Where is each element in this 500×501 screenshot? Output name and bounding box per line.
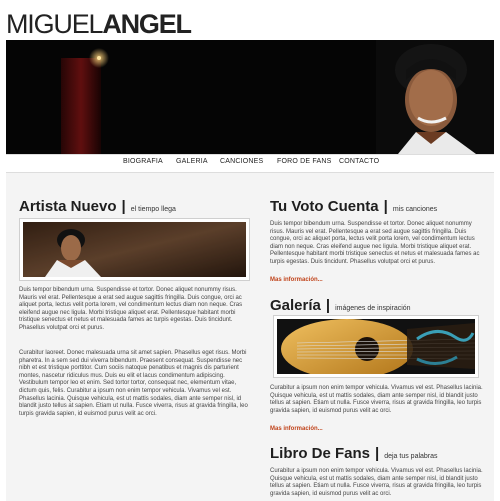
site-logo[interactable]: MIGUELANGEL: [6, 9, 192, 39]
artist-paragraph-2: Curabitur laoreet. Donec malesuada urna …: [19, 350, 248, 417]
artist-paragraph-1: Duis tempor bibendum urna. Suspendisse e…: [19, 287, 243, 331]
section-heading-artista: Artista Nuevo | el tiempo llega: [19, 198, 176, 216]
section-heading-libro: Libro De Fans | deja tus palabras: [270, 445, 438, 463]
libro-paragraph: Curabitur a ipsum non enim tempor vehicu…: [270, 468, 483, 497]
section-subtitle: deja tus palabras: [384, 453, 438, 460]
section-subtitle: mis canciones: [392, 206, 438, 213]
logo-first-name: MIGUEL: [6, 9, 104, 39]
section-title: Tu Voto Cuenta: [270, 198, 379, 215]
title-divider: |: [383, 198, 388, 215]
section-heading-voto: Tu Voto Cuenta | mis canciones: [270, 198, 437, 216]
nav-item-contacto[interactable]: CONTACTO: [339, 158, 379, 165]
galeria-paragraph: Curabitur a ipsum non enim tempor vehicu…: [270, 385, 483, 414]
section-title: Galería: [270, 297, 321, 314]
title-divider: |: [325, 297, 331, 314]
section-title: Libro De Fans: [270, 445, 371, 462]
section-subtitle: imágenes de inspiración: [335, 305, 411, 312]
guitar-photo: [277, 319, 476, 379]
site-header: MIGUELANGEL: [0, 0, 500, 40]
banner-image: [6, 40, 494, 154]
header-banner: [6, 40, 494, 154]
voto-more-link[interactable]: Mas información...: [270, 277, 323, 283]
main-content: Artista Nuevo | el tiempo llega Duis tempo…: [6, 173, 494, 501]
section-heading-galeria: Galería | imágenes de inspiración: [270, 297, 411, 315]
title-divider: |: [375, 445, 380, 462]
artist-photo: [23, 222, 246, 277]
section-subtitle: el tiempo llega: [130, 206, 176, 213]
main-navigation: BIOGRAFIA GALERIA CANCIONES FORO DE FANS…: [6, 154, 494, 173]
nav-item-canciones[interactable]: CANCIONES: [220, 158, 263, 165]
voto-paragraph: Duis tempor bibendum urna. Suspendisse e…: [270, 221, 480, 265]
section-title: Artista Nuevo: [19, 198, 117, 215]
nav-item-galeria[interactable]: GALERIA: [176, 158, 208, 165]
title-divider: |: [121, 198, 126, 215]
nav-item-foro-de-fans[interactable]: FORO DE FANS: [277, 158, 332, 165]
artist-photo-frame: [19, 218, 250, 281]
galeria-more-link[interactable]: Mas información...: [270, 426, 323, 432]
logo-last-name: ANGEL: [102, 9, 192, 39]
nav-item-biografia[interactable]: BIOGRAFIA: [123, 158, 163, 165]
gallery-photo-frame[interactable]: [273, 315, 479, 379]
